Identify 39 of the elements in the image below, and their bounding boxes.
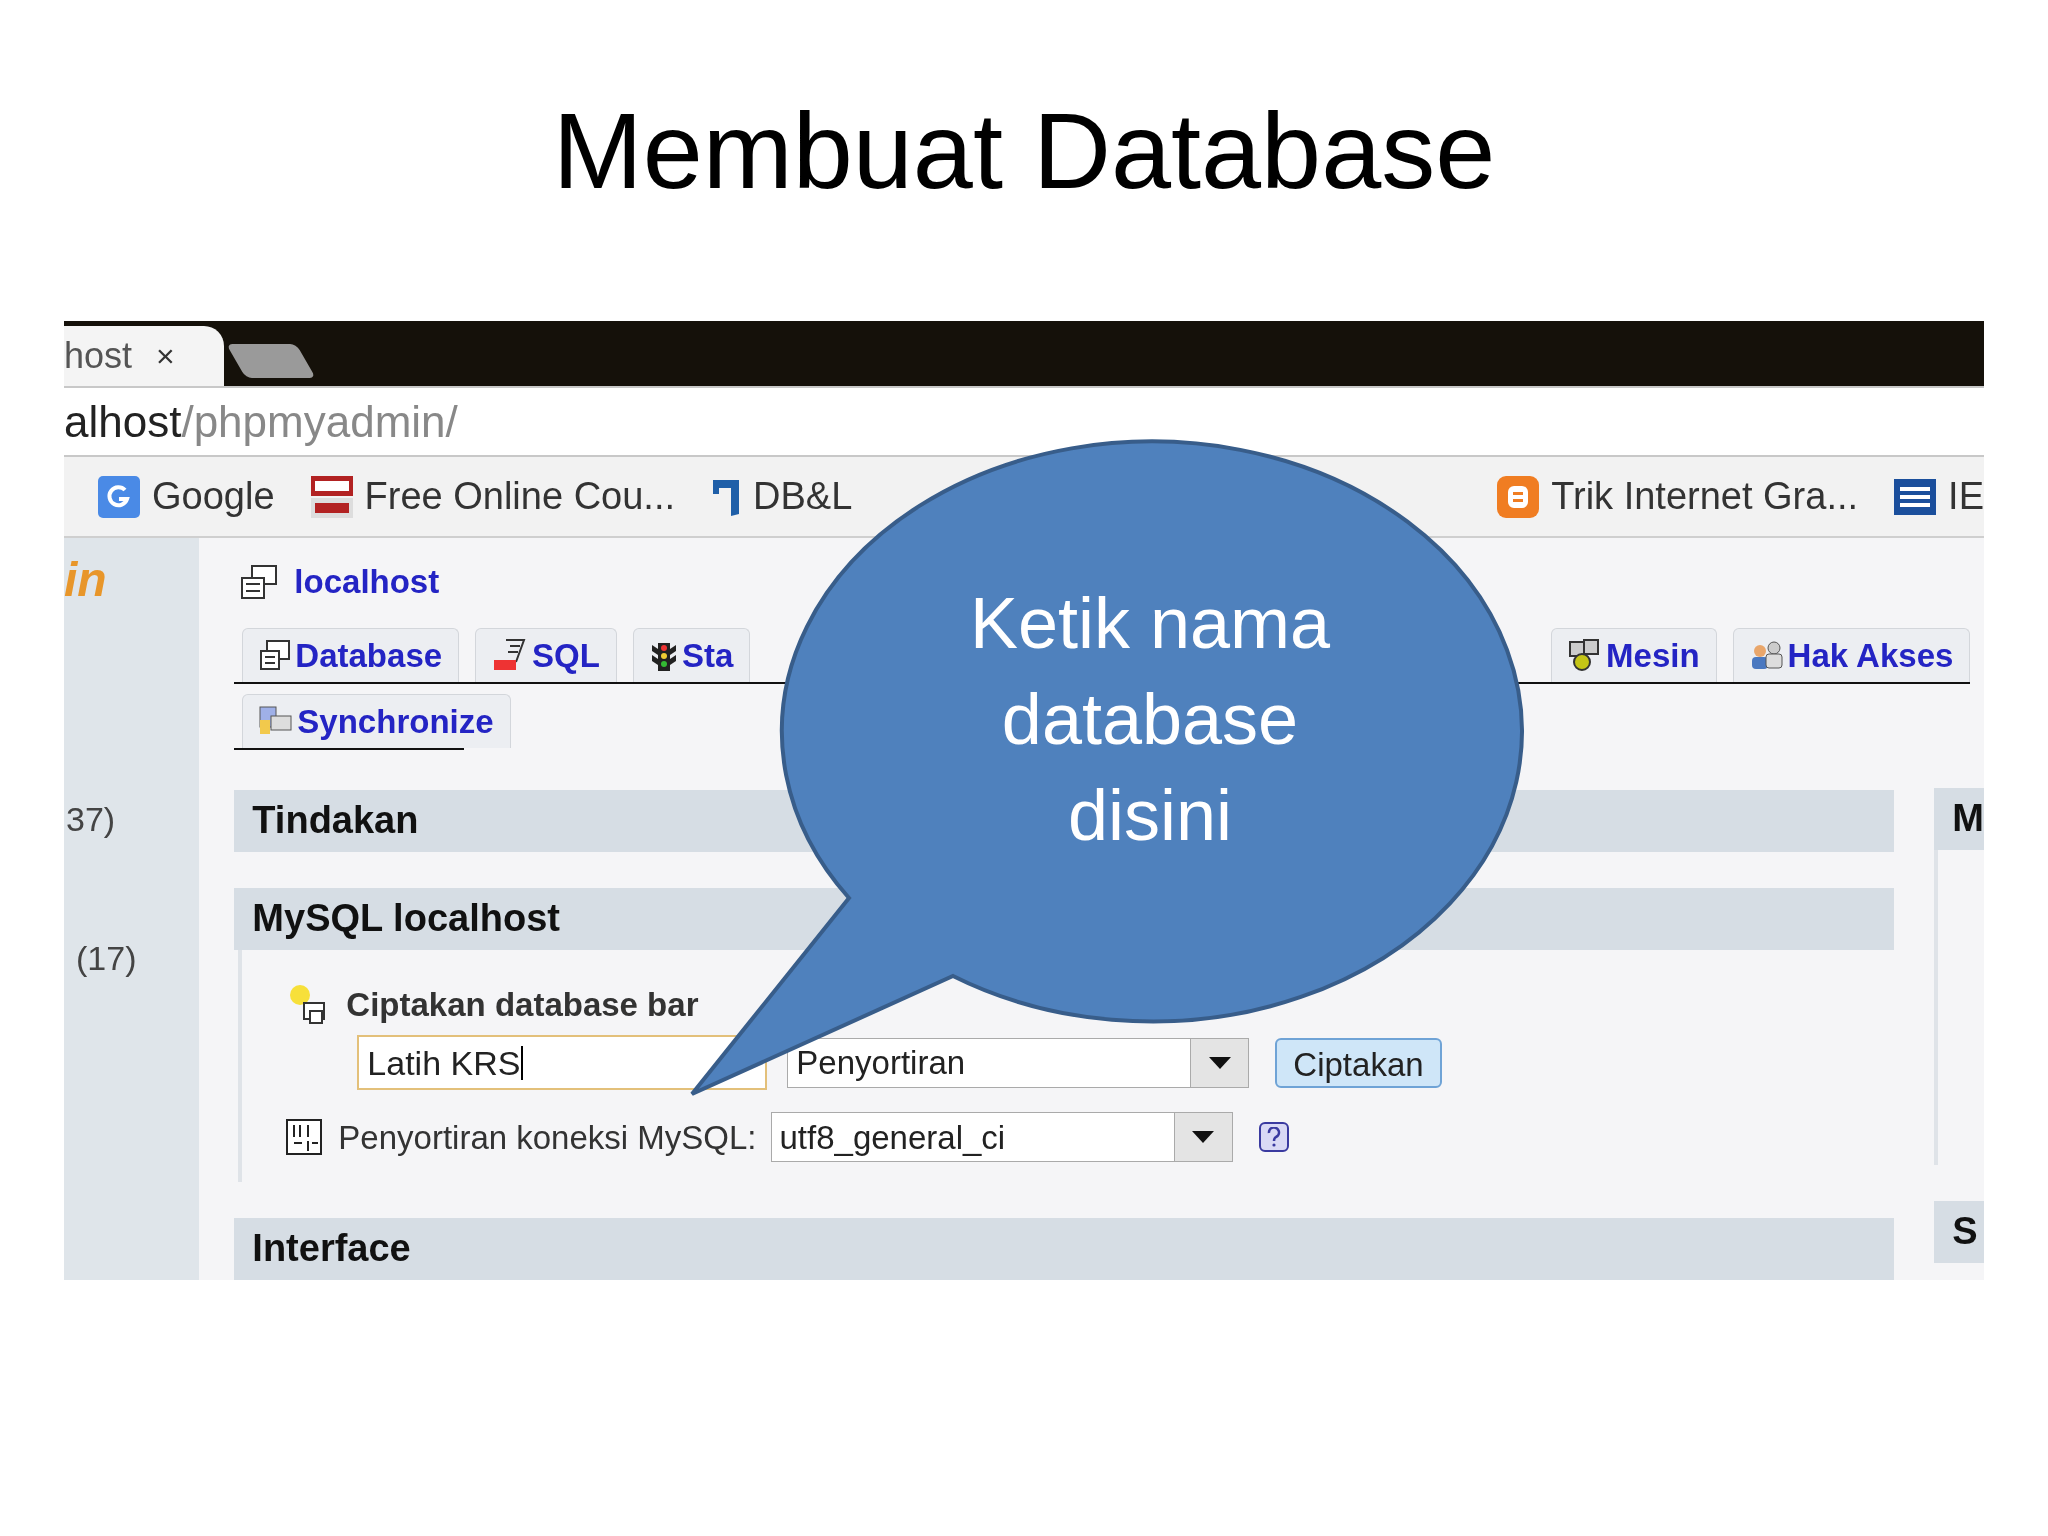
section-header: S — [1934, 1201, 1984, 1263]
dropdown[interactable]: utf8_general_ci — [770, 1112, 1233, 1163]
dropdown[interactable]: Penyortiran — [787, 1038, 1250, 1088]
tab[interactable]: Sta — [632, 628, 751, 682]
tab[interactable]: Mesin — [1551, 628, 1717, 682]
close-icon[interactable]: × — [156, 332, 175, 381]
blogger-icon — [1497, 475, 1540, 518]
section-header: Interface — [234, 1218, 1895, 1280]
sort-order-icon — [286, 1119, 323, 1156]
bookmark[interactable]: IE — [1894, 468, 1984, 526]
logo-text: in — [64, 556, 108, 604]
tab[interactable]: Database — [242, 628, 460, 682]
google-icon — [98, 475, 140, 518]
new-tab-button[interactable] — [226, 344, 316, 379]
address-bar[interactable]: alhost/phpmyadmin/ — [64, 386, 1984, 458]
server-link[interactable]: localhost — [294, 557, 440, 607]
server-icon — [240, 564, 279, 600]
database-name-field[interactable]: Latih KRS — [357, 1035, 768, 1091]
sidebar-item[interactable]: (17) — [76, 933, 200, 984]
bookmark[interactable]: DB&L — [711, 468, 853, 526]
slide-title: Membuat Database — [552, 96, 1496, 205]
create-button[interactable]: Ciptakan — [1275, 1038, 1442, 1088]
bookmark[interactable]: Free Online Cou... — [310, 468, 676, 526]
bookmark[interactable]: Trik Internet Gra... — [1497, 468, 1859, 526]
browser-tab[interactable]: host × — [64, 326, 224, 387]
tab[interactable]: Hak Akses — [1732, 628, 1971, 682]
bookmark-logo-icon — [1894, 478, 1937, 515]
tab[interactable]: Synchronize — [242, 694, 511, 748]
bookmark-logo-icon — [310, 475, 353, 518]
tab[interactable]: SQL — [475, 628, 617, 682]
help-icon[interactable] — [1258, 1122, 1289, 1153]
sidebar-item[interactable]: 37) — [66, 794, 200, 845]
bookmark[interactable]: Google — [98, 468, 275, 526]
field-label: Ciptakan database bar — [346, 985, 699, 1025]
field-label: Penyortiran koneksi MySQL: — [338, 1117, 757, 1158]
database-icon — [259, 639, 292, 672]
section-header: M — [1934, 788, 1984, 850]
sync-icon — [259, 706, 294, 737]
users-icon — [1749, 639, 1784, 672]
